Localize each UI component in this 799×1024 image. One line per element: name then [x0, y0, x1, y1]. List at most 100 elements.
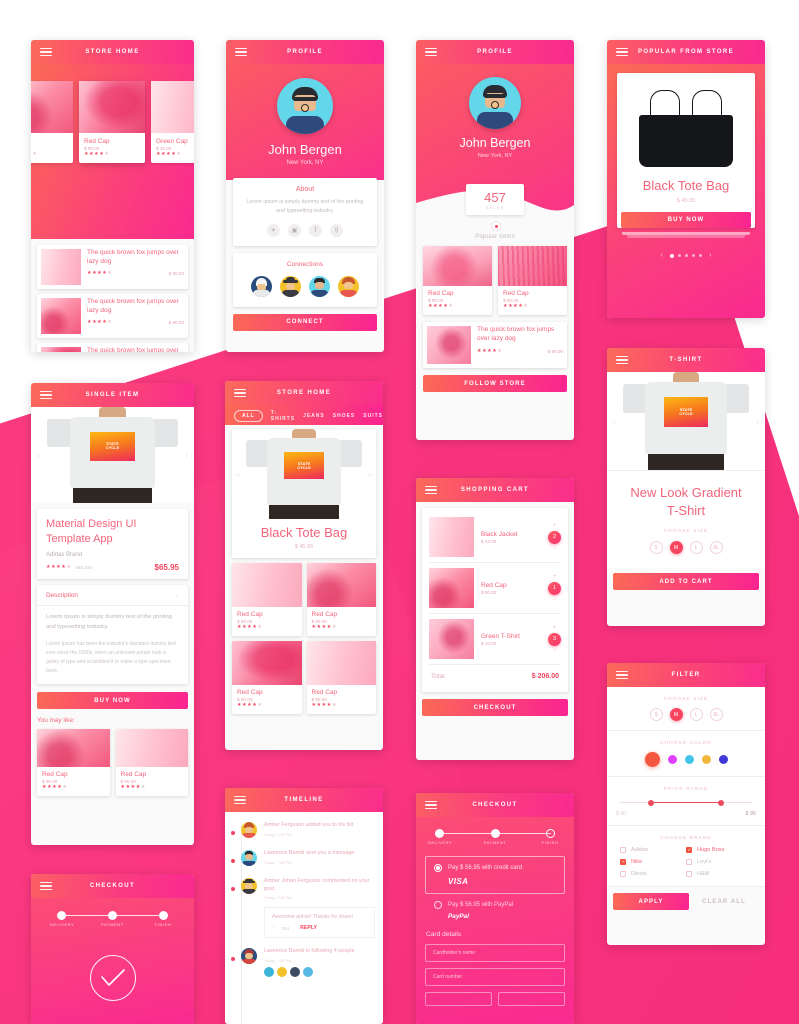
card-cvv-input[interactable]	[498, 992, 565, 1006]
follow-store-button[interactable]: FOLLOW STORE	[423, 375, 567, 392]
gallery-next-icon[interactable]: ›	[756, 417, 759, 426]
buy-now-button[interactable]: BUY NOW	[37, 692, 188, 710]
qty-badge[interactable]: 3	[548, 632, 561, 646]
brand-checkbox-hugo-boss[interactable]: Hugo Boss	[686, 847, 752, 853]
payment-option-paypal[interactable]: Pay $ 56.95 with PayPal PayPal	[425, 894, 565, 926]
color-swatch[interactable]	[701, 755, 711, 764]
checkbox-icon[interactable]	[686, 871, 692, 877]
size-option-xl[interactable]: XL	[709, 708, 723, 721]
checkout-button[interactable]: CHECKOUT	[422, 699, 568, 716]
timeline-event[interactable]: Amber Ferguson added you to his list Tod…	[231, 822, 375, 838]
product-hero-card[interactable]: Black Tote Bag $ 45.95 BUY NOW	[617, 73, 755, 228]
connection-avatar[interactable]	[309, 275, 330, 297]
pager-dot[interactable]	[692, 254, 695, 257]
step-dot-finish[interactable]	[159, 911, 168, 920]
pager-dot[interactable]	[685, 254, 688, 257]
qty-badge[interactable]: 1	[548, 581, 561, 595]
twitter-icon[interactable]: ✦	[267, 223, 280, 237]
avatar[interactable]	[241, 850, 257, 866]
tab-jeans[interactable]: JEANS	[303, 413, 325, 419]
avatar[interactable]	[241, 948, 257, 965]
product-card[interactable]: Red Cap $ 90.00 ★★★★★	[498, 246, 567, 315]
following-avatar[interactable]	[264, 966, 274, 977]
chevron-down-icon[interactable]: ⌄	[174, 592, 179, 599]
product-card[interactable]: Red Cap $ 90.00 ★★★★★	[232, 641, 302, 714]
hero-product-card[interactable]: STATE CYCLE ‹ › Black Tote Bag $ 45.95	[232, 429, 376, 558]
size-option-l[interactable]: L	[689, 541, 703, 555]
pager-dot[interactable]	[678, 254, 681, 257]
tab-shoes[interactable]: SHOES	[333, 413, 356, 419]
product-gallery[interactable]: STATE CYCLE ‹ ›	[31, 407, 194, 503]
size-option-s[interactable]: S	[649, 708, 663, 721]
brand-checkbox-hm[interactable]: H&M	[686, 871, 752, 877]
qty-badge[interactable]: 2	[548, 530, 561, 544]
featured-card[interactable]: Green Cap $ 45.00 ★★★★★	[151, 81, 194, 163]
brand-checkbox-adidas[interactable]: Adidas	[620, 847, 686, 853]
plus-icon[interactable]: +	[553, 574, 557, 580]
avatar[interactable]	[241, 822, 257, 838]
list-item[interactable]: The quick brown fox jumps over lazy dog …	[37, 343, 188, 352]
plus-icon[interactable]: +	[553, 625, 557, 631]
facebook-icon[interactable]: f	[309, 223, 322, 237]
plus-icon[interactable]: +	[553, 523, 557, 529]
following-avatar[interactable]	[290, 966, 300, 977]
pager-dot-active[interactable]	[670, 253, 674, 258]
pager-dot[interactable]	[699, 254, 702, 257]
minus-icon[interactable]: −	[553, 546, 557, 552]
tab-suits[interactable]: SUITS	[363, 413, 383, 419]
slider-handle-max[interactable]	[718, 800, 725, 806]
product-gallery[interactable]: STATE CYCLE ‹ ›	[607, 372, 765, 470]
list-item[interactable]: The quick brown fox jumps over lazy dog …	[37, 294, 188, 338]
apply-button[interactable]: APPLY	[613, 893, 689, 910]
gallery-prev-icon[interactable]: ‹	[237, 470, 240, 479]
checkbox-icon[interactable]	[620, 847, 626, 853]
featured-card[interactable]: Cap $ 90.00 ★★★★★	[31, 81, 73, 163]
color-swatch[interactable]	[718, 755, 728, 764]
size-option-m[interactable]: M	[669, 541, 683, 555]
size-option-xl[interactable]: XL	[709, 541, 723, 555]
checkbox-icon[interactable]	[620, 859, 626, 865]
color-swatch[interactable]	[684, 755, 694, 764]
payment-option-credit-card[interactable]: Pay $ 56.95 with credit card VISA	[425, 856, 565, 894]
following-avatar[interactable]	[277, 966, 287, 977]
product-card[interactable]: Red Cap $ 90.00 ★★★★★	[423, 246, 492, 315]
price-range-slider[interactable]	[620, 799, 752, 807]
step-dot-finish[interactable]	[546, 829, 555, 838]
connect-button[interactable]: CONNECT	[233, 313, 377, 331]
timeline-event[interactable]: Lawrence Baretti is following 4 people T…	[231, 948, 375, 977]
google-plus-icon[interactable]: g	[330, 223, 343, 237]
avatar[interactable]	[241, 878, 257, 894]
product-card[interactable]: Red Cap $ 90.00 ★★★★★	[232, 563, 302, 636]
card-expiry-input[interactable]	[425, 992, 492, 1006]
gallery-next-icon[interactable]: ›	[185, 451, 188, 460]
curve-handle[interactable]	[491, 221, 501, 231]
related-product-card[interactable]: Red Cap $ 90.00 ★★★★★	[115, 729, 188, 797]
reply-button[interactable]: REPLY	[300, 925, 317, 931]
gallery-prev-icon[interactable]: ‹	[613, 417, 616, 426]
brand-checkbox-nike[interactable]: Nike	[620, 859, 686, 865]
color-swatch[interactable]	[667, 755, 677, 764]
step-dot-payment[interactable]	[108, 911, 117, 920]
step-dot-delivery[interactable]	[57, 911, 66, 920]
tab-tshirts[interactable]: T-SHIRTS	[271, 410, 295, 422]
add-to-cart-button[interactable]: ADD TO CART	[613, 573, 759, 591]
clear-all-button[interactable]: CLEAR ALL	[689, 899, 759, 905]
brand-checkbox-diesel[interactable]: Diesel	[620, 871, 686, 877]
brand-checkbox-levis[interactable]: Levi's	[686, 859, 752, 865]
card-number-input[interactable]: Card number	[425, 968, 565, 986]
cardholder-name-input[interactable]: Cardholder's name	[425, 944, 565, 962]
slider-handle-min[interactable]	[647, 800, 654, 806]
description-heading[interactable]: Description	[46, 592, 78, 599]
minus-icon[interactable]: −	[553, 597, 557, 603]
gallery-prev-icon[interactable]: ‹	[37, 451, 40, 460]
list-item[interactable]: The quick brown fox jumps over lazy dog …	[37, 245, 188, 289]
radio-icon[interactable]	[434, 901, 442, 909]
checkbox-icon[interactable]	[620, 871, 626, 877]
size-option-m[interactable]: M	[669, 708, 683, 721]
radio-selected-icon[interactable]	[434, 864, 442, 872]
chevron-right-icon[interactable]: ›	[709, 252, 711, 259]
connection-avatar[interactable]	[251, 275, 272, 297]
connection-avatar[interactable]	[338, 275, 359, 297]
timeline-event[interactable]: Amber Johan Ferguson commented on your p…	[231, 878, 375, 900]
product-card[interactable]: Red Cap $ 90.00 ★★★★★	[306, 563, 376, 636]
